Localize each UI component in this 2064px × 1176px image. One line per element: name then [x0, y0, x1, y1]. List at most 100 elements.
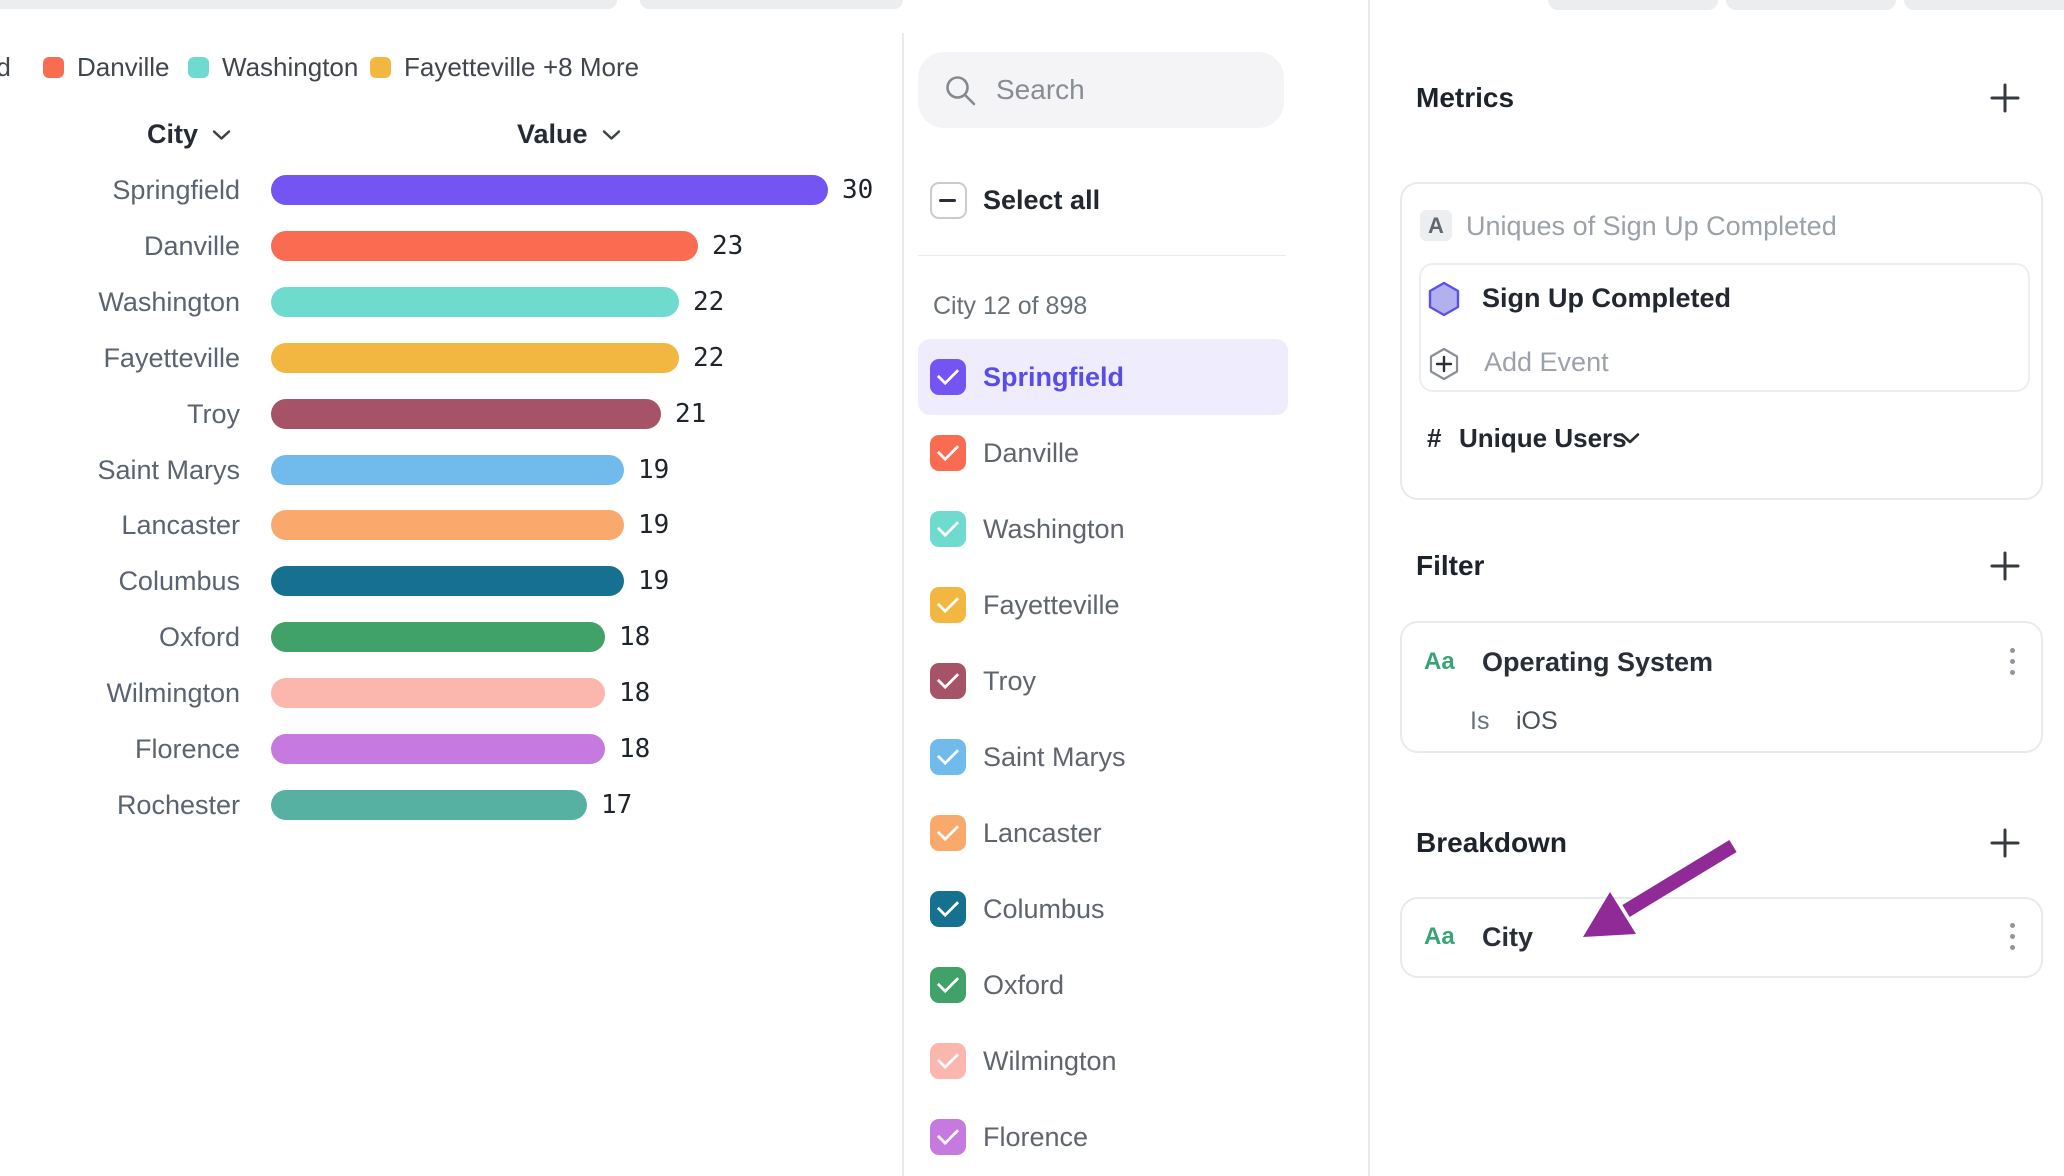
- chart-row: Columbus19: [0, 566, 902, 596]
- bar-category-label: Oxford: [0, 622, 240, 652]
- legend-item-label: Fayetteville: [404, 52, 536, 83]
- filter-property[interactable]: Operating System: [1482, 647, 1713, 678]
- city-list-item-label: Danville: [983, 415, 1079, 491]
- add-breakdown-button[interactable]: [1987, 825, 2023, 861]
- chart-row: Springfield30: [0, 175, 902, 205]
- add-event-label[interactable]: Add Event: [1484, 347, 1609, 378]
- measure-selector[interactable]: Unique Users: [1459, 423, 1627, 454]
- city-list-item[interactable]: Oxford: [918, 947, 1288, 1023]
- breakdown-kebab-menu-icon[interactable]: [2008, 923, 2016, 950]
- legend-item[interactable]: Fayetteville: [370, 52, 536, 82]
- city-checkbox[interactable]: [930, 1119, 966, 1155]
- city-list-item[interactable]: Springfield: [918, 339, 1288, 415]
- bar[interactable]: [271, 678, 605, 708]
- bar-value-label: 17: [601, 790, 632, 820]
- city-checkbox[interactable]: [930, 891, 966, 927]
- city-list-item[interactable]: Wilmington: [918, 1023, 1288, 1099]
- city-list-item-label: Fayetteville: [983, 567, 1120, 643]
- bar-category-label: Washington: [0, 287, 240, 317]
- bar-category-label: Columbus: [0, 566, 240, 596]
- filter-operator[interactable]: Is: [1470, 707, 1489, 736]
- city-checkbox[interactable]: [930, 511, 966, 547]
- city-list-item-label: Saint Marys: [983, 719, 1126, 795]
- bar[interactable]: [271, 455, 624, 485]
- chart-row: Troy21: [0, 399, 902, 429]
- metric-letter-badge: A: [1420, 210, 1452, 241]
- bar-category-label: Florence: [0, 734, 240, 764]
- city-checkbox[interactable]: [930, 435, 966, 471]
- bar[interactable]: [271, 175, 828, 205]
- add-metric-button[interactable]: [1987, 80, 2023, 116]
- filter-section-title: Filter: [1416, 550, 1484, 582]
- chart-row: Florence18: [0, 734, 902, 764]
- select-all-label: Select all: [983, 185, 1100, 216]
- bar-value-label: 22: [693, 343, 724, 373]
- legend-item-label: Springfield: [0, 52, 11, 83]
- bar[interactable]: [271, 622, 605, 652]
- add-filter-button[interactable]: [1987, 548, 2023, 584]
- cutoff-tab-strip: [1904, 0, 2064, 10]
- city-list-item[interactable]: Danville: [918, 415, 1288, 491]
- bar-value-label: 19: [638, 510, 669, 540]
- column-header-city-label: City: [147, 119, 198, 150]
- legend-item[interactable]: Danville: [43, 52, 170, 82]
- column-header-city[interactable]: City: [147, 119, 231, 150]
- add-event-icon[interactable]: [1428, 347, 1460, 381]
- city-list-item[interactable]: Saint Marys: [918, 719, 1288, 795]
- list-divider: [918, 255, 1286, 256]
- city-list-item[interactable]: Troy: [918, 643, 1288, 719]
- legend-more-button[interactable]: +8 More: [543, 52, 639, 82]
- cutoff-tab-strip: [640, 0, 903, 9]
- city-list-item-label: Springfield: [983, 339, 1124, 415]
- bar[interactable]: [271, 510, 624, 540]
- legend-more-label: +8 More: [543, 52, 639, 83]
- filter-kebab-menu-icon[interactable]: [2008, 648, 2016, 675]
- city-list-item[interactable]: Columbus: [918, 871, 1288, 947]
- property-type-badge: Aa: [1424, 923, 1455, 951]
- city-list-item[interactable]: Fayetteville: [918, 567, 1288, 643]
- city-checkbox[interactable]: [930, 815, 966, 851]
- panel-divider: [1368, 0, 1370, 1176]
- event-name[interactable]: Sign Up Completed: [1482, 283, 1731, 314]
- city-list-item[interactable]: Washington: [918, 491, 1288, 567]
- bar-category-label: Lancaster: [0, 510, 240, 540]
- city-count-label: City 12 of 898: [933, 292, 1087, 321]
- bar[interactable]: [271, 343, 679, 373]
- legend-item[interactable]: Washington: [188, 52, 358, 82]
- chart-legend: Springfield Danville Washington Fayettevill…: [0, 52, 900, 82]
- city-checkbox[interactable]: [930, 359, 966, 395]
- property-type-badge: Aa: [1424, 648, 1455, 676]
- select-all-checkbox[interactable]: [930, 182, 967, 219]
- metrics-section-title: Metrics: [1416, 82, 1514, 114]
- search-input[interactable]: [918, 52, 1284, 128]
- filter-value[interactable]: iOS: [1516, 707, 1558, 736]
- legend-item[interactable]: Springfield: [0, 52, 11, 82]
- analytics-app: { "colors": { "accent_purple": "#584DE8"…: [0, 0, 2064, 1176]
- bar[interactable]: [271, 790, 587, 820]
- city-checkbox[interactable]: [930, 967, 966, 1003]
- legend-item-label: Washington: [222, 52, 358, 83]
- column-header-value[interactable]: Value: [517, 119, 621, 150]
- bar-value-label: 23: [712, 231, 743, 261]
- bar[interactable]: [271, 566, 624, 596]
- metric-summary: Uniques of Sign Up Completed: [1466, 211, 1837, 242]
- city-checkbox[interactable]: [930, 663, 966, 699]
- bar-value-label: 22: [693, 287, 724, 317]
- chart-row: Rochester 17: [0, 790, 902, 820]
- breakdown-property[interactable]: City: [1482, 922, 1533, 953]
- bar-category-label: Rochester: [0, 790, 240, 820]
- panel-divider: [902, 33, 904, 1176]
- legend-swatch: [188, 57, 209, 78]
- chart-row: Lancaster 19: [0, 510, 902, 540]
- city-list-item[interactable]: Lancaster: [918, 795, 1288, 871]
- chevron-down-icon: [212, 129, 231, 141]
- city-checkbox[interactable]: [930, 587, 966, 623]
- chevron-down-icon[interactable]: [1620, 432, 1640, 445]
- city-list-item[interactable]: Florence: [918, 1099, 1288, 1175]
- city-checkbox[interactable]: [930, 1043, 966, 1079]
- bar[interactable]: [271, 734, 605, 764]
- bar[interactable]: [271, 399, 661, 429]
- bar[interactable]: [271, 231, 698, 261]
- bar[interactable]: [271, 287, 679, 317]
- city-checkbox[interactable]: [930, 739, 966, 775]
